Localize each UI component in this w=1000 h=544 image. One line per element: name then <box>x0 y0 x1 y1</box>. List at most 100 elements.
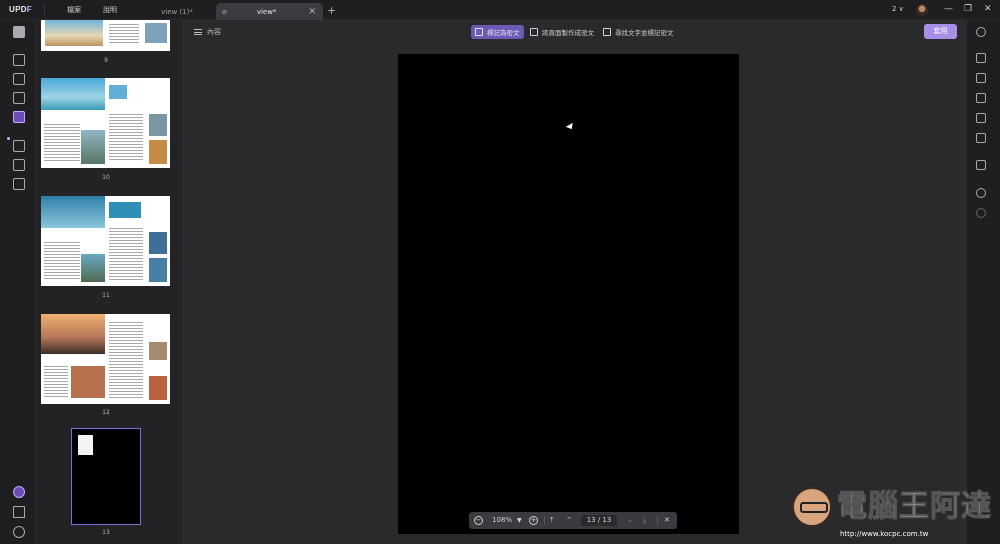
menu-help[interactable]: 說明 <box>103 5 117 15</box>
thumbnail-photo <box>149 376 167 400</box>
toc-label: 內容 <box>207 28 221 36</box>
layers-icon[interactable] <box>13 486 25 498</box>
next-page-icon[interactable]: ⌄ <box>627 512 633 529</box>
page-indicator[interactable]: 13 / 13 <box>581 515 617 526</box>
right-toolbar <box>966 20 1000 544</box>
save-icon[interactable] <box>976 160 986 170</box>
ocr-icon[interactable] <box>976 53 986 63</box>
thumbnail-page-12[interactable] <box>41 314 170 404</box>
undo-icon[interactable] <box>976 188 986 198</box>
zoom-in-icon[interactable]: + <box>529 516 538 525</box>
zoom-level[interactable]: 108% <box>492 512 512 529</box>
organize-icon[interactable] <box>13 92 25 104</box>
close-icon[interactable]: ✕ <box>664 512 670 529</box>
thumbnail-photo <box>81 254 105 282</box>
apply-button[interactable]: 套用 <box>924 24 957 39</box>
thumbnail-photo <box>149 140 167 164</box>
thumbnail-page-number: 10 <box>102 174 110 181</box>
comment-icon[interactable] <box>13 54 25 66</box>
thumbnail-photo <box>71 366 105 398</box>
mode-label: 將頁面製作成密文 <box>542 29 594 37</box>
thumbnail-photo <box>149 114 167 136</box>
left-toolbar <box>0 20 36 544</box>
find-and-redact-button[interactable]: 尋找文字並標記密文 <box>599 25 678 39</box>
thumbnail-photo <box>45 20 103 46</box>
edit-icon[interactable] <box>13 73 25 85</box>
minimize-button[interactable]: — <box>944 4 953 14</box>
zoom-dropdown-icon[interactable]: ▼ <box>517 512 522 529</box>
thumbnail-photo <box>109 85 127 99</box>
thumbnail-photo <box>109 202 141 218</box>
tab-label: view* <box>256 7 277 16</box>
share-icon[interactable] <box>976 113 986 123</box>
thumbnail-page-9[interactable] <box>41 20 170 51</box>
menu-file[interactable]: 檔案 <box>67 5 81 15</box>
zoom-toolbar: − 108% ▼ + ⤒ ⌃ 13 / 13 ⌄ ⤓ ✕ <box>469 512 677 529</box>
toc-button[interactable]: 內容 <box>194 27 221 37</box>
attachment-icon[interactable] <box>13 526 25 538</box>
thumbnail-page-number: 13 <box>102 529 110 536</box>
thumbnail-text <box>109 112 143 162</box>
thumbnail-text <box>78 435 93 455</box>
thumbnail-page-number: 9 <box>104 57 108 64</box>
protect-icon[interactable] <box>976 93 986 103</box>
protect-icon[interactable] <box>13 178 25 190</box>
thumbnail-panel: 9 10 11 12 13 <box>36 20 180 544</box>
list-icon <box>194 29 202 35</box>
thumbnail-text <box>44 364 68 398</box>
convert-icon[interactable] <box>976 73 986 83</box>
close-window-button[interactable]: ✕ <box>984 4 992 14</box>
thumbnail-text <box>109 226 143 280</box>
watermark-text: 電腦王阿達 <box>837 489 992 524</box>
prev-page-icon[interactable]: ⌃ <box>566 512 572 529</box>
thumbnail-page-10[interactable] <box>41 78 170 168</box>
separator <box>544 516 545 525</box>
thumbnail-photo <box>41 78 105 110</box>
watermark-mascot <box>792 487 832 527</box>
page-icon <box>530 28 538 36</box>
close-icon[interactable]: ✕ <box>308 7 316 17</box>
thumbnail-photo <box>41 196 105 228</box>
mode-label: 標記為密文 <box>487 29 520 37</box>
app-logo: UPDF <box>9 5 32 14</box>
redact-pages-button[interactable]: 將頁面製作成密文 <box>526 25 598 39</box>
thumbnail-page-number: 12 <box>102 409 110 416</box>
mode-label: 尋找文字並標記密文 <box>615 29 674 37</box>
thumbnail-text <box>109 320 143 398</box>
zoom-out-icon[interactable]: − <box>474 516 483 525</box>
thumbnail-page-number: 11 <box>102 292 110 299</box>
thumbnail-text <box>44 122 80 162</box>
restore-button[interactable]: ❐ <box>964 4 972 14</box>
avatar[interactable] <box>916 4 928 16</box>
thumbnail-text <box>44 240 80 280</box>
email-icon[interactable] <box>976 133 986 143</box>
watermark: 電腦王阿達 <box>792 487 992 527</box>
form-icon[interactable] <box>13 159 25 171</box>
ocr-icon[interactable] <box>13 140 25 152</box>
new-tab-button[interactable]: + <box>327 4 336 17</box>
tab-label: view (1)* <box>161 7 193 16</box>
thumbnail-photo <box>149 232 167 254</box>
thumbnail-photo <box>41 314 105 354</box>
search-redact-icon <box>603 28 611 36</box>
tab-view-active[interactable]: ⌀ view* ✕ <box>216 3 323 20</box>
thumbnail-page-11[interactable] <box>41 196 170 286</box>
mark-redaction-icon <box>475 28 483 36</box>
thumbnail-page-13[interactable] <box>71 428 141 525</box>
first-page-icon[interactable]: ⤒ <box>550 512 553 529</box>
redo-icon[interactable] <box>976 208 986 218</box>
redact-tool-icon[interactable] <box>13 111 25 123</box>
menu-separator <box>43 4 45 15</box>
document-view: 內容 標記為密文 將頁面製作成密文 尋找文字並標記密文 套用 <box>181 20 966 544</box>
reader-icon[interactable] <box>13 26 25 38</box>
thumbnail-photo <box>149 258 167 282</box>
thumbnail-photo <box>149 342 167 360</box>
bookmark-icon[interactable] <box>13 506 25 518</box>
redact-icon: ⌀ <box>222 7 227 16</box>
mark-redaction-button[interactable]: 標記為密文 <box>471 25 524 39</box>
search-icon[interactable] <box>976 27 986 37</box>
tab-view-1[interactable]: view (1)* <box>140 3 214 20</box>
last-page-icon[interactable]: ⤓ <box>643 512 646 529</box>
thumbnail-photo <box>81 130 105 164</box>
window-count[interactable]: 2 ∨ <box>892 5 904 13</box>
